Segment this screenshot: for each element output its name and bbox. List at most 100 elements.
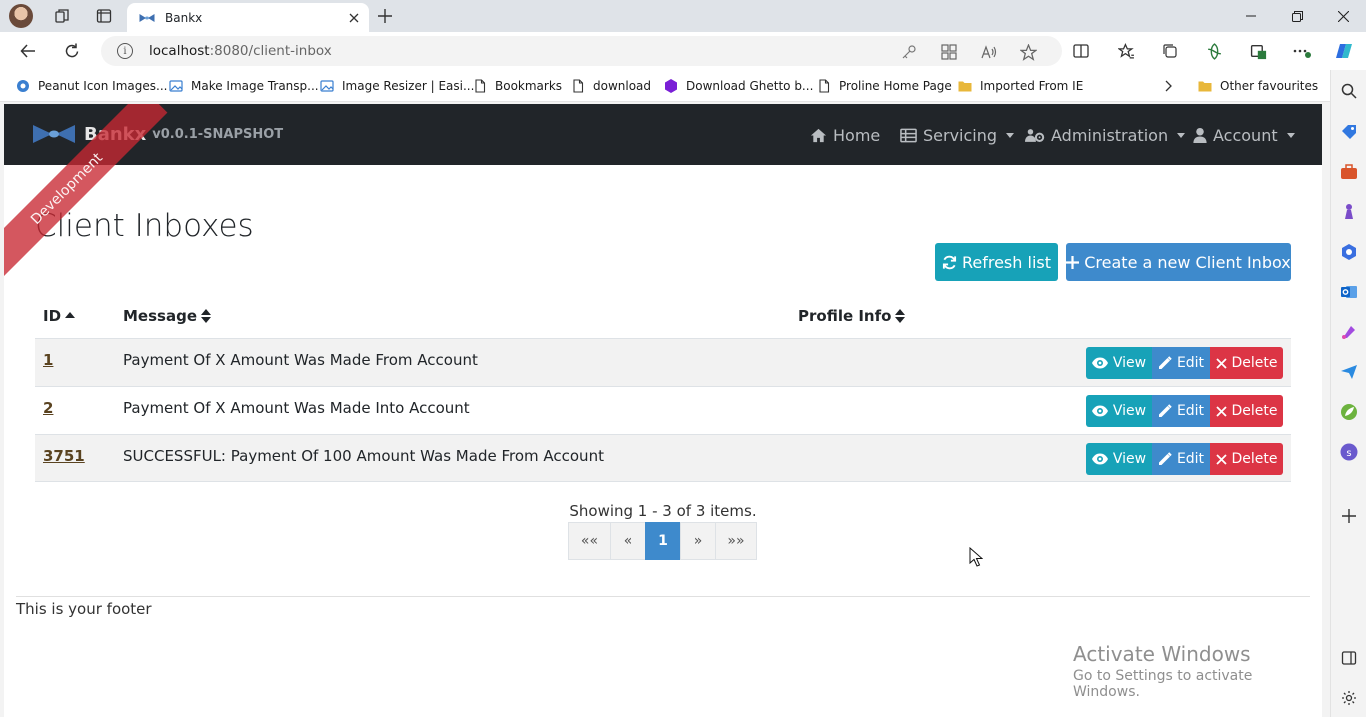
back-arrow-icon — [20, 44, 35, 58]
row-id-link[interactable]: 3751 — [43, 447, 85, 465]
nav-account[interactable]: Account — [1193, 124, 1295, 146]
view-button[interactable]: View — [1086, 347, 1152, 379]
close-tab-icon[interactable] — [349, 13, 359, 23]
brand-version: v0.0.1-SNAPSHOT — [152, 126, 284, 142]
url-path: :8080/client-inbox — [209, 43, 332, 59]
row-message: Payment Of X Amount Was Made From Accoun… — [123, 351, 478, 369]
image-icon — [320, 80, 334, 92]
outlook-icon[interactable] — [1337, 280, 1361, 304]
copilot-app-icon[interactable] — [1337, 240, 1361, 264]
view-button[interactable]: View — [1086, 395, 1152, 427]
table-row: 2 Payment Of X Amount Was Made Into Acco… — [35, 386, 1291, 434]
column-header-message[interactable]: Message — [123, 294, 211, 338]
page-icon — [573, 79, 584, 93]
bookmark-item[interactable]: Bookmarks — [473, 77, 562, 95]
bookmarks-overflow-chevron-icon[interactable] — [1163, 77, 1173, 95]
bookmark-item[interactable]: download — [571, 77, 651, 95]
key-icon[interactable] — [900, 43, 918, 61]
games-chess-icon[interactable] — [1337, 200, 1361, 224]
row-id-link[interactable]: 2 — [43, 399, 53, 417]
minimize-button[interactable] — [1228, 0, 1274, 32]
brand-name: Bankx — [84, 123, 147, 145]
split-screen-icon[interactable] — [1069, 39, 1093, 63]
page-prev-button[interactable]: « — [610, 522, 646, 560]
edit-button[interactable]: Edit — [1152, 347, 1210, 379]
new-tab-button[interactable] — [374, 5, 396, 27]
nav-servicing[interactable]: Servicing — [900, 124, 1015, 146]
watermark-subtitle: Go to Settings to activate Windows. — [1073, 668, 1253, 700]
reload-button[interactable] — [60, 39, 84, 63]
s-app-icon[interactable]: s — [1337, 440, 1361, 464]
favorites-icon[interactable] — [1114, 39, 1138, 63]
pencil-icon — [1158, 404, 1172, 417]
sort-up-icon — [65, 312, 76, 318]
row-id-link[interactable]: 1 — [43, 351, 53, 369]
delete-button[interactable]: Delete — [1210, 395, 1283, 427]
column-header-profile-info[interactable]: Profile Info — [798, 294, 906, 338]
edit-button[interactable]: Edit — [1152, 443, 1210, 475]
back-button[interactable] — [16, 39, 40, 63]
bookmark-item[interactable]: Proline Home Page — [817, 77, 952, 95]
page-current-button[interactable]: 1 — [645, 522, 681, 560]
bookmark-item[interactable]: Make Image Transp... — [169, 77, 319, 95]
restore-icon — [1291, 10, 1303, 22]
eye-icon — [1091, 453, 1108, 465]
close-window-button[interactable] — [1320, 0, 1366, 32]
row-actions: View Edit Delete — [1086, 443, 1283, 475]
table-list-icon — [900, 128, 917, 142]
table-row: 1 Payment Of X Amount Was Made From Acco… — [35, 338, 1291, 386]
hide-sidebar-icon[interactable] — [1337, 646, 1361, 670]
users-cog-icon — [1025, 128, 1045, 142]
shopping-tag-icon[interactable] — [1337, 120, 1361, 144]
address-bar[interactable]: i localhost:8080/client-inbox — [101, 36, 1062, 66]
bookmark-folder[interactable]: Imported From IE — [958, 77, 1083, 95]
page-icon — [475, 79, 486, 93]
chevron-down-icon — [1286, 132, 1295, 138]
delete-button[interactable]: Delete — [1210, 443, 1283, 475]
peanut-favicon-icon — [17, 80, 29, 92]
browser-essentials-icon[interactable] — [1202, 39, 1226, 63]
copilot-icon[interactable] — [1332, 39, 1356, 63]
settings-gear-icon[interactable] — [1337, 686, 1361, 710]
bookmark-item[interactable]: Download Ghetto b... — [664, 77, 813, 95]
delete-button[interactable]: Delete — [1210, 347, 1283, 379]
bookmark-item[interactable]: Image Resizer | Easi... — [320, 77, 474, 95]
tab-actions-icon[interactable] — [92, 4, 116, 28]
nav-administration[interactable]: Administration — [1025, 124, 1186, 146]
add-sidebar-app-icon[interactable] — [1337, 504, 1361, 528]
search-icon[interactable] — [1337, 79, 1361, 103]
edit-button[interactable]: Edit — [1152, 395, 1210, 427]
extensions-icon[interactable] — [1246, 39, 1270, 63]
watermark-title: Activate Windows — [1073, 642, 1251, 666]
send-icon[interactable] — [1337, 360, 1361, 384]
chevron-down-icon — [1006, 132, 1015, 138]
apps-icon[interactable] — [940, 43, 958, 61]
folder-icon — [1198, 81, 1212, 92]
nav-home[interactable]: Home — [810, 124, 880, 146]
browser-tab-active[interactable]: Bankx — [127, 3, 369, 32]
site-info-icon[interactable]: i — [117, 43, 133, 59]
workspaces-icon[interactable] — [50, 4, 74, 28]
tools-briefcase-icon[interactable] — [1337, 160, 1361, 184]
create-client-inbox-button[interactable]: Create a new Client Inbox — [1066, 243, 1291, 281]
collections-icon[interactable] — [1158, 39, 1182, 63]
view-button[interactable]: View — [1086, 443, 1152, 475]
more-menu-icon[interactable] — [1290, 39, 1314, 63]
column-header-id[interactable]: ID — [43, 294, 76, 338]
bankx-logo-icon — [33, 125, 75, 143]
spring-leaf-icon[interactable] — [1337, 400, 1361, 424]
restore-button[interactable] — [1274, 0, 1320, 32]
profile-avatar[interactable] — [9, 4, 33, 28]
page-last-button[interactable]: »» — [715, 522, 757, 560]
page-first-button[interactable]: «« — [568, 522, 611, 560]
sort-icon — [201, 309, 211, 323]
ghetto-favicon-icon — [665, 79, 677, 93]
other-favourites-folder[interactable]: Other favourites — [1198, 77, 1318, 95]
favorite-star-icon[interactable] — [1019, 43, 1037, 61]
page-next-button[interactable]: » — [680, 522, 716, 560]
designer-icon[interactable] — [1337, 320, 1361, 344]
brand-link[interactable]: Bankx v0.0.1-SNAPSHOT — [32, 123, 283, 145]
read-aloud-icon[interactable] — [980, 43, 998, 61]
bookmark-item[interactable]: Peanut Icon Images... — [16, 77, 167, 95]
refresh-list-button[interactable]: Refresh list — [935, 243, 1058, 281]
